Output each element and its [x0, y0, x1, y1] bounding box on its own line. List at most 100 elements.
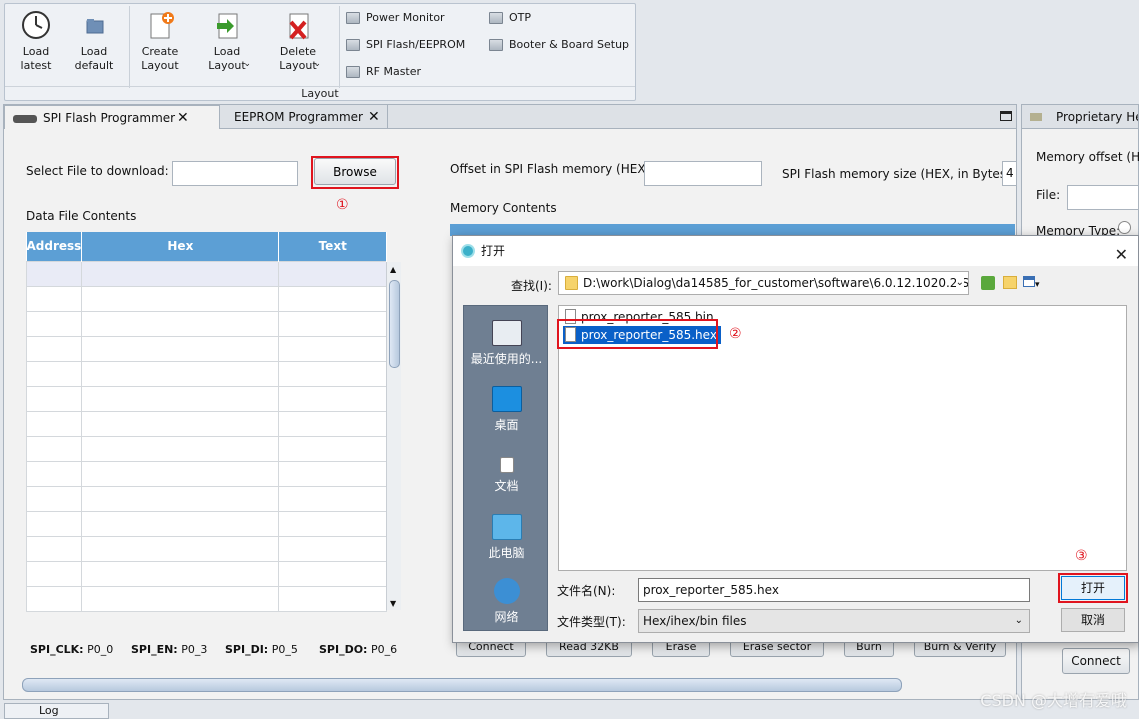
table-row[interactable]: [25, 260, 387, 287]
flash-icon: [13, 114, 37, 123]
column-header[interactable]: Address: [26, 232, 83, 261]
pin-icon: [1030, 113, 1042, 121]
table-row[interactable]: [25, 410, 387, 437]
booter-board-setup-button[interactable]: Booter & Board Setup: [489, 38, 629, 51]
panel-icon: [346, 38, 360, 51]
pin-value: P0_3: [181, 643, 208, 656]
chevron-down-icon: ⌄: [243, 59, 251, 69]
table-row[interactable]: [25, 335, 387, 362]
place-label: 网络: [494, 610, 519, 624]
log-tab-label: Log: [39, 704, 59, 717]
memory-offset-label: Memory offset (HEX: [1036, 150, 1139, 164]
up-folder-icon[interactable]: [981, 276, 995, 290]
pin-name: SPI_DI:: [225, 643, 269, 656]
place-label: 桌面: [494, 418, 519, 432]
view-menu-icon[interactable]: ▾: [1023, 276, 1045, 290]
radio-button[interactable]: [1118, 221, 1131, 234]
table-row[interactable]: [25, 585, 387, 612]
annotation-number: ③: [1075, 548, 1088, 564]
chevron-down-icon: ⌄: [1014, 615, 1023, 626]
data-file-contents-label: Data File Contents: [26, 209, 137, 223]
places-sidebar: 最近使用的... 桌面 文档 此电脑 网络: [463, 305, 548, 631]
power-monitor-button[interactable]: Power Monitor: [346, 11, 445, 24]
connect-button[interactable]: Connect: [1062, 648, 1130, 674]
offset-input[interactable]: [644, 161, 762, 186]
memory-size-input[interactable]: 4: [1002, 161, 1017, 186]
filetype-value: Hex/ihex/bin files: [643, 614, 747, 628]
column-header[interactable]: Hex: [81, 232, 280, 261]
place-desktop[interactable]: 桌面: [464, 386, 549, 433]
annotation-number: ②: [729, 326, 742, 342]
load-default-button[interactable]: Load default: [71, 9, 117, 73]
delete-layout-button[interactable]: Delete Layout ⌄: [269, 9, 327, 73]
horizontal-scrollbar[interactable]: [22, 678, 902, 692]
memory-contents-label: Memory Contents: [450, 201, 557, 215]
dialog-title-bar: 打开 ✕: [453, 236, 1138, 266]
file-path-input[interactable]: [172, 161, 298, 186]
rf-master-label: RF Master: [366, 65, 422, 78]
tab-eeprom-programmer[interactable]: EEPROM Programmer ✕: [226, 105, 388, 129]
tab-bar: SPI Flash Programmer ✕ EEPROM Programmer…: [4, 105, 1016, 129]
table-row[interactable]: [25, 560, 387, 587]
watermark: CSDN @大增有爱哦: [980, 691, 1127, 710]
table-row[interactable]: [25, 535, 387, 562]
table-row[interactable]: [25, 485, 387, 512]
close-icon[interactable]: ✕: [177, 111, 189, 125]
ribbon-separator: [339, 6, 340, 88]
create-layout-button[interactable]: Create Layout: [135, 9, 185, 73]
file-input[interactable]: [1067, 185, 1139, 210]
scroll-down-icon[interactable]: ▼: [390, 599, 396, 608]
filename-input[interactable]: prox_reporter_585.hex: [638, 578, 1030, 602]
lookin-combo[interactable]: D:\work\Dialog\da14585_for_customer\soft…: [558, 271, 969, 295]
table-row[interactable]: [25, 285, 387, 312]
scroll-up-icon[interactable]: ▲: [390, 265, 396, 274]
otp-button[interactable]: OTP: [489, 11, 531, 24]
pin-spi-di: SPI_DI: P0_5: [225, 643, 298, 656]
add-document-icon: [144, 9, 176, 43]
pin-value: P0_6: [370, 643, 398, 656]
annotation-box: [557, 319, 718, 349]
new-folder-icon[interactable]: [1003, 276, 1017, 289]
filetype-select[interactable]: Hex/ihex/bin files ⌄: [638, 609, 1030, 633]
recent-icon: [491, 320, 522, 346]
place-documents[interactable]: 文档: [464, 451, 549, 494]
table-row[interactable]: [25, 360, 387, 387]
load-layout-label: Load Layout: [208, 45, 246, 72]
load-latest-button[interactable]: Load latest: [13, 9, 59, 73]
place-this-pc[interactable]: 此电脑: [464, 514, 549, 561]
create-layout-label: Create Layout: [141, 45, 179, 72]
place-network[interactable]: 网络: [464, 578, 549, 625]
pin-spi-en: SPI_EN: P0_3: [131, 643, 207, 656]
place-label: 文档: [494, 479, 519, 493]
tab-spi-flash-programmer[interactable]: SPI Flash Programmer ✕: [4, 105, 220, 129]
network-icon: [493, 578, 520, 604]
data-file-table: Address Hex Text: [25, 232, 387, 612]
table-row[interactable]: [25, 435, 387, 462]
power-monitor-label: Power Monitor: [366, 11, 445, 24]
table-row[interactable]: [25, 310, 387, 337]
load-layout-button[interactable]: Load Layout ⌄: [199, 9, 255, 73]
place-recent[interactable]: 最近使用的...: [464, 320, 549, 367]
import-document-icon: [211, 9, 243, 43]
close-icon[interactable]: ✕: [1115, 240, 1128, 270]
panel-icon: [489, 38, 503, 51]
path-value: D:\work\Dialog\da14585_for_customer\soft…: [583, 276, 969, 290]
folder-icon: [565, 276, 578, 290]
delete-document-icon: [282, 9, 314, 43]
rf-master-button[interactable]: RF Master: [346, 65, 421, 78]
table-row[interactable]: [25, 385, 387, 412]
document-icon: [499, 457, 514, 473]
close-icon[interactable]: ✕: [368, 110, 380, 124]
load-latest-label: Load latest: [20, 45, 52, 72]
ribbon-group-label: Layout: [5, 86, 635, 100]
scroll-thumb[interactable]: [389, 280, 400, 368]
lookin-label: 查找(I):: [511, 279, 552, 293]
table-scrollbar[interactable]: ▲ ▼: [386, 262, 401, 610]
pin-name: SPI_EN:: [131, 643, 178, 656]
maximize-icon[interactable]: [1000, 111, 1012, 121]
table-row[interactable]: [25, 460, 387, 487]
spi-flash-eeprom-button[interactable]: SPI Flash/EEPROM: [346, 38, 465, 51]
cancel-button[interactable]: 取消: [1061, 608, 1125, 632]
column-header[interactable]: Text: [278, 232, 387, 261]
table-row[interactable]: [25, 510, 387, 537]
